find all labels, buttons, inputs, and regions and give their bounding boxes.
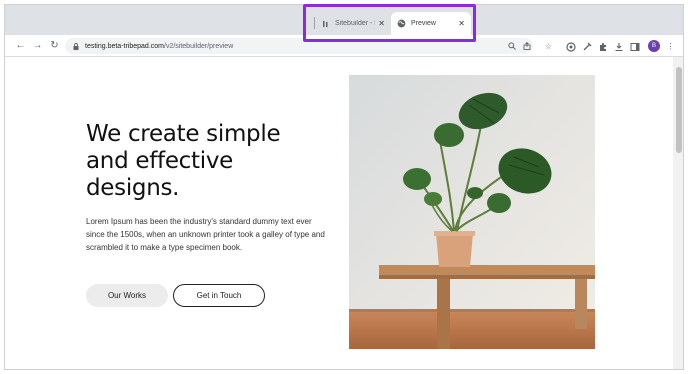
sitebuilder-favicon-icon: [321, 19, 330, 28]
tab-sitebuilder[interactable]: Sitebuilder - D ✕: [315, 12, 391, 35]
get-in-touch-button[interactable]: Get in Touch: [173, 284, 265, 307]
url-text: testing.beta-tribepad.com/v2/sitebuilder…: [85, 43, 233, 50]
share-icon[interactable]: [522, 41, 532, 51]
page-viewport: We create simple and effective designs. …: [5, 57, 673, 369]
url-host: testing.beta-tribepad.com: [85, 42, 164, 50]
close-icon[interactable]: ✕: [458, 19, 465, 28]
avatar[interactable]: B: [648, 40, 660, 52]
hero-description: Lorem Ipsum has been the industry's stan…: [86, 217, 325, 252]
side-panel-icon[interactable]: [629, 41, 640, 52]
page-scrollbar[interactable]: [673, 57, 683, 369]
extension-icon[interactable]: [565, 41, 576, 52]
tab-title: Sitebuilder - D: [335, 20, 376, 27]
hero-image-plant: [349, 75, 595, 349]
lock-icon: [73, 42, 79, 50]
arrow-right-icon[interactable]: →: [31, 39, 44, 52]
close-icon[interactable]: ✕: [378, 19, 385, 28]
headline-line: designs.: [86, 175, 180, 201]
tab-title: Preview: [411, 20, 436, 27]
our-works-button[interactable]: Our Works: [86, 284, 168, 307]
headline-line: We create simple: [86, 121, 281, 147]
puzzle-icon[interactable]: [597, 41, 608, 52]
browser-toolbar: ← → ↻ testing.beta-tribepad.com/v2/siteb…: [5, 35, 683, 57]
star-icon[interactable]: ☆: [543, 41, 554, 52]
scrollbar-thumb[interactable]: [676, 67, 682, 153]
tab-preview[interactable]: Preview ✕: [391, 12, 471, 35]
address-bar[interactable]: testing.beta-tribepad.com/v2/sitebuilder…: [65, 38, 533, 54]
url-path: /v2/sitebuilder/preview: [164, 42, 234, 50]
globe-icon: [397, 19, 406, 28]
tab-strip: Sitebuilder - D ✕ Preview ✕: [5, 5, 683, 35]
search-icon[interactable]: [507, 41, 517, 51]
browser-window: Sitebuilder - D ✕ Preview ✕ ← → ↻ testin…: [4, 4, 684, 370]
headline-line: and effective: [86, 148, 233, 174]
arrow-left-icon[interactable]: ←: [14, 39, 27, 52]
hero-headline: We create simple and effective designs.: [86, 121, 326, 202]
reload-icon[interactable]: ↻: [48, 39, 61, 52]
eyedropper-icon[interactable]: [581, 41, 592, 52]
more-vertical-icon[interactable]: ⋮: [665, 41, 676, 52]
download-icon[interactable]: [613, 41, 624, 52]
